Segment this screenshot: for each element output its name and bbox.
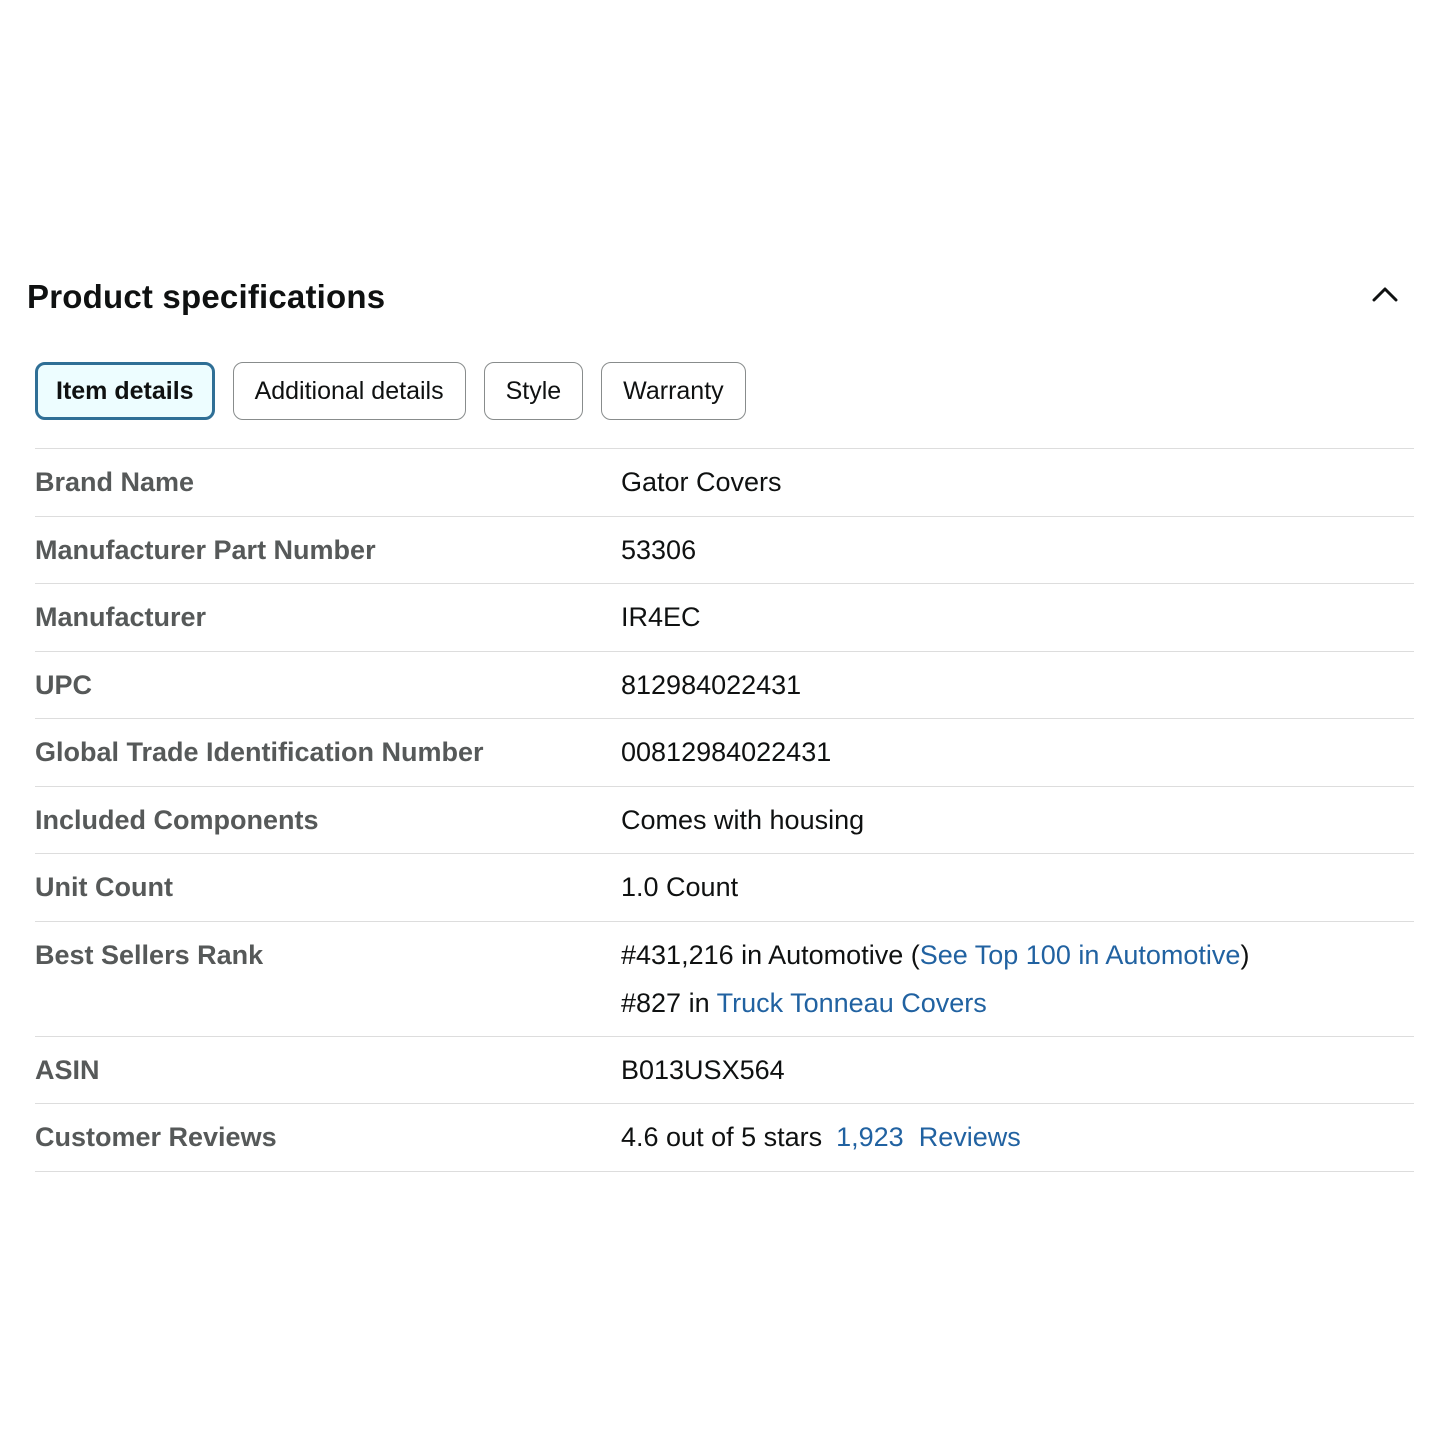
spec-key: Brand Name [35,467,195,497]
specs-table: Brand Name Gator Covers Manufacturer Par… [35,448,1414,1172]
spec-key: ASIN [35,1054,100,1085]
rank-line-category: #827 in Truck Tonneau Covers [621,988,1414,1018]
spec-key: Global Trade Identification Number [35,737,484,767]
spec-key: Best Sellers Rank [35,939,264,970]
spec-key: UPC [35,669,93,700]
spec-value: 00812984022431 [621,737,832,767]
spec-tabs: Item details Additional details Style Wa… [35,362,746,420]
spec-value: IR4EC [621,602,701,632]
spec-value: Gator Covers [621,467,782,497]
tab-additional-details[interactable]: Additional details [232,362,466,420]
spec-key: Manufacturer [35,602,207,632]
rating-text: 4.6 out of 5 stars [621,1122,823,1152]
spec-row-brand-name: Brand Name Gator Covers [35,449,1414,517]
spec-value: #431,216 in Automotive (See Top 100 in A… [621,922,1414,1036]
spec-row-upc: UPC 812984022431 [35,652,1414,719]
spec-row-customer-reviews: Customer Reviews 4.6 out of 5 stars 1,923… [35,1104,1414,1172]
rank-line-automotive: #431,216 in Automotive (See Top 100 in A… [621,940,1414,970]
spec-value: B013USX564 [621,1054,785,1085]
spec-row-best-sellers-rank: Best Sellers Rank #431,216 in Automotive… [35,922,1414,1037]
spec-value: 4.6 out of 5 stars 1,923 Reviews [621,1104,1414,1171]
spec-row-manufacturer-part-number: Manufacturer Part Number 53306 [35,517,1414,584]
section-title: Product specifications [27,278,386,315]
review-count: 1,923 [836,1122,904,1152]
product-specifications-section: Product specifications Item details Addi… [0,0,1440,1440]
spec-row-asin: ASIN B013USX564 [35,1037,1414,1104]
spec-value: 53306 [621,534,697,565]
spec-row-manufacturer: Manufacturer IR4EC [35,584,1414,652]
chevron-up-icon [1372,287,1398,302]
collapse-button[interactable] [1362,272,1408,316]
spec-row-included-components: Included Components Comes with housing [35,787,1414,854]
spec-row-unit-count: Unit Count 1.0 Count [35,854,1414,922]
tab-warranty[interactable]: Warranty [601,362,746,420]
rank-text: #827 in [621,987,717,1018]
spec-key: Unit Count [35,872,173,902]
spec-key: Included Components [35,804,319,835]
spec-value: 1.0 Count [621,872,739,902]
spec-value: 812984022431 [621,669,802,700]
rank-text: #431,216 in Automotive ( [621,939,920,970]
spec-value: Comes with housing [621,804,865,835]
tab-item-details[interactable]: Item details [35,362,215,420]
truck-tonneau-covers-link[interactable]: Truck Tonneau Covers [717,988,987,1018]
rank-text-suffix: ) [1240,939,1250,970]
spec-key: Customer Reviews [35,1122,277,1152]
spec-key: Manufacturer Part Number [35,534,376,565]
spec-row-gtin: Global Trade Identification Number 00812… [35,719,1414,787]
reviews-label: Reviews [918,1122,1021,1152]
see-top-100-link[interactable]: See Top 100 in Automotive [920,940,1241,970]
tab-style[interactable]: Style [483,362,584,420]
reviews-link[interactable]: 1,923 Reviews [836,1122,1021,1152]
